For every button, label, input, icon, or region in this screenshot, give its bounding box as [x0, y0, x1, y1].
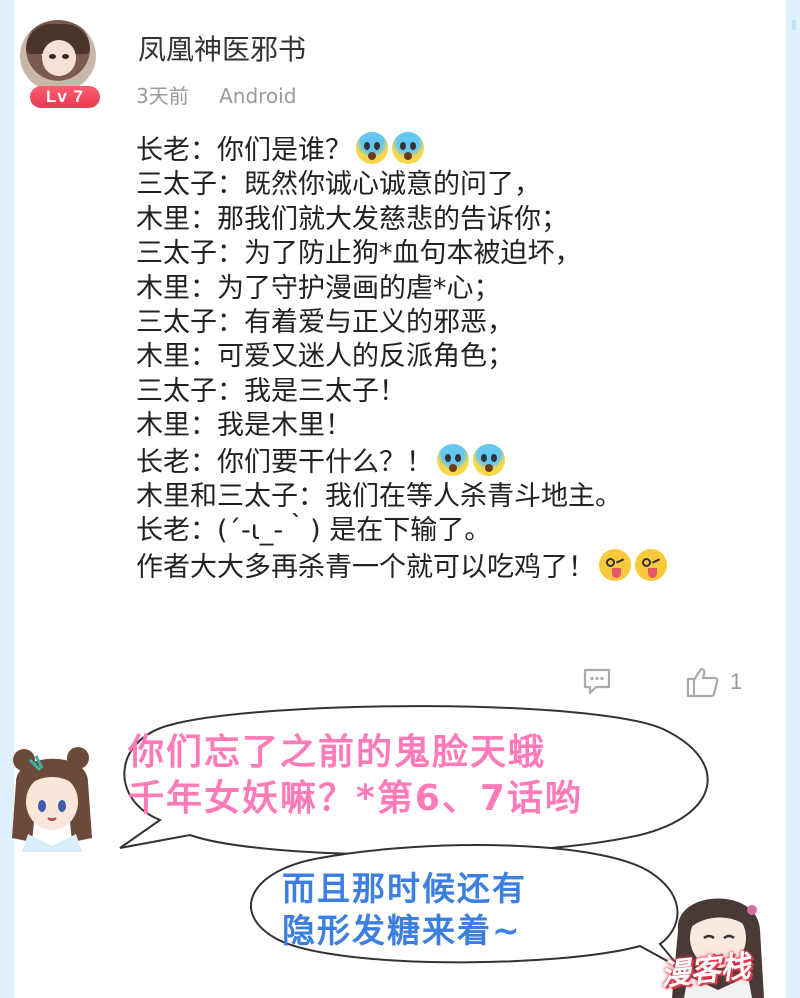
- speech-bubbles: [119, 705, 709, 969]
- blue-bubble-text: 而且那时候还有 隐形发糖来着~: [282, 869, 527, 950]
- chibi-girl-left-illustration: [12, 747, 92, 852]
- pink-bubble-text: 你们忘了之前的鬼脸天蛾 千年女妖嘛？*第6、7话哟: [128, 732, 583, 819]
